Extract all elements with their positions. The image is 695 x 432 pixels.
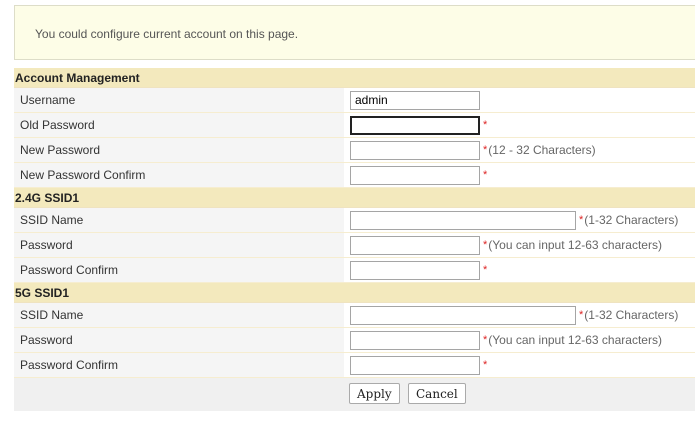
info-text: You could configure current account on t… bbox=[35, 27, 299, 41]
required-mark: * bbox=[483, 334, 488, 346]
old-password-label: Old Password bbox=[14, 113, 344, 137]
required-mark: * bbox=[483, 264, 488, 276]
5g-password-hint: (You can input 12-63 characters) bbox=[488, 333, 662, 347]
new-password-hint: (12 - 32 Characters) bbox=[488, 143, 596, 157]
5g-password-confirm-input[interactable] bbox=[350, 355, 480, 375]
section-24g-ssid1: 2.4G SSID1 bbox=[14, 188, 695, 208]
5g-password-input[interactable] bbox=[350, 330, 480, 350]
old-password-input[interactable] bbox=[350, 115, 480, 135]
5g-ssid-name-input[interactable] bbox=[350, 305, 576, 325]
row-5g-ssid-name: SSID Name * (1-32 Characters) bbox=[14, 303, 695, 328]
row-24g-ssid-name: SSID Name * (1-32 Characters) bbox=[14, 208, 695, 233]
cancel-button[interactable]: Cancel bbox=[408, 383, 466, 404]
24g-ssid-name-input[interactable] bbox=[350, 210, 576, 230]
info-box: You could configure current account on t… bbox=[14, 5, 695, 60]
5g-ssid-name-hint: (1-32 Characters) bbox=[584, 308, 679, 322]
24g-password-input[interactable] bbox=[350, 235, 480, 255]
required-mark: * bbox=[483, 239, 488, 251]
apply-button[interactable]: Apply bbox=[349, 383, 400, 404]
24g-password-hint: (You can input 12-63 characters) bbox=[488, 238, 662, 252]
new-password-confirm-label: New Password Confirm bbox=[14, 163, 344, 187]
required-mark: * bbox=[483, 169, 488, 181]
required-mark: * bbox=[579, 214, 584, 226]
row-5g-password-confirm: Password Confirm * bbox=[14, 353, 695, 378]
new-password-label: New Password bbox=[14, 138, 344, 162]
row-old-password: Old Password * bbox=[14, 113, 695, 138]
5g-ssid-name-label: SSID Name bbox=[14, 303, 344, 327]
account-form: Account Management Username Old Password… bbox=[14, 68, 695, 411]
required-mark: * bbox=[579, 309, 584, 321]
24g-password-confirm-label: Password Confirm bbox=[14, 258, 344, 282]
24g-ssid-name-hint: (1-32 Characters) bbox=[584, 213, 679, 227]
required-mark: * bbox=[483, 359, 488, 371]
row-username: Username bbox=[14, 88, 695, 113]
24g-password-label: Password bbox=[14, 233, 344, 257]
required-mark: * bbox=[483, 119, 488, 131]
24g-password-confirm-input[interactable] bbox=[350, 260, 480, 280]
24g-ssid-name-label: SSID Name bbox=[14, 208, 344, 232]
required-mark: * bbox=[483, 144, 488, 156]
button-bar: Apply Cancel bbox=[14, 378, 695, 411]
username-label: Username bbox=[14, 88, 344, 112]
5g-password-label: Password bbox=[14, 328, 344, 352]
row-24g-password: Password * (You can input 12-63 characte… bbox=[14, 233, 695, 258]
row-5g-password: Password * (You can input 12-63 characte… bbox=[14, 328, 695, 353]
section-5g-ssid1: 5G SSID1 bbox=[14, 283, 695, 303]
new-password-confirm-input[interactable] bbox=[350, 165, 480, 185]
row-new-password-confirm: New Password Confirm * bbox=[14, 163, 695, 188]
username-input[interactable] bbox=[350, 90, 480, 110]
new-password-input[interactable] bbox=[350, 140, 480, 160]
section-account-management: Account Management bbox=[14, 68, 695, 88]
row-new-password: New Password * (12 - 32 Characters) bbox=[14, 138, 695, 163]
5g-password-confirm-label: Password Confirm bbox=[14, 353, 344, 377]
row-24g-password-confirm: Password Confirm * bbox=[14, 258, 695, 283]
